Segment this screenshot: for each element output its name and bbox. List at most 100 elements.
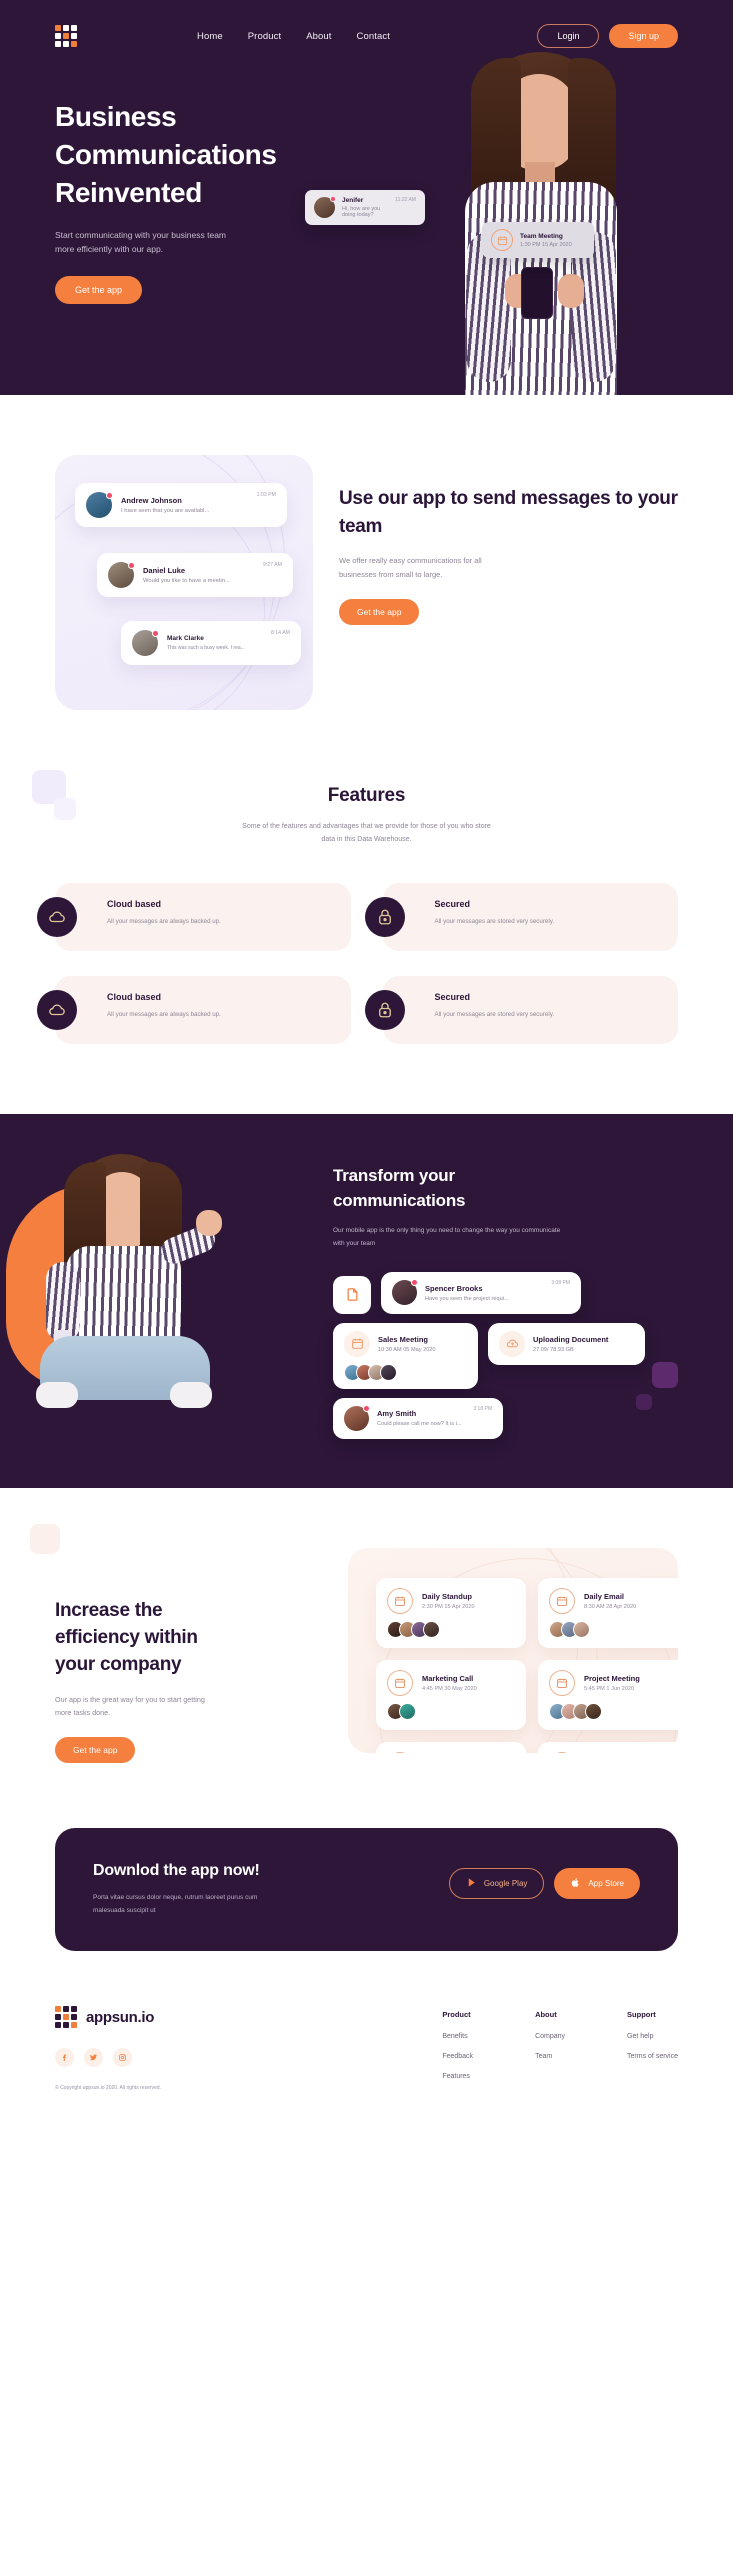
footer-column-heading: Support (627, 2010, 656, 2020)
play-triangle-icon (466, 1877, 477, 1890)
grid-logo-icon[interactable] (55, 25, 77, 47)
store-buttons: Google Play App Store (448, 1862, 640, 1900)
messages-copy: Use our app to send messages to your tea… (339, 455, 678, 626)
features-heading: Features (327, 785, 406, 806)
transform-content: Transform your communications Our mobile… (333, 1164, 678, 1448)
footer-brand[interactable]: appsun.io (55, 2006, 290, 2029)
avatar (86, 492, 113, 518)
upload-card[interactable]: Uploading Document 27.09/ 78.93 GB (488, 1322, 645, 1365)
avatar (392, 1279, 418, 1306)
google-play-label: Google Play (483, 1879, 528, 1889)
hero-heading-line2: Communications (55, 139, 277, 171)
hero-meeting-card[interactable]: Team Meeting 1:30 PM 15 Apr 2020 (482, 222, 594, 258)
nav-item-product[interactable]: Product (248, 31, 281, 42)
efficiency-get-the-app-button[interactable]: Get the app (55, 1737, 136, 1764)
footer-link-features[interactable]: Features (442, 2073, 473, 2080)
feature-card[interactable]: Cloud based All your messages are always… (37, 975, 351, 1044)
message-card[interactable]: Daniel Luke Would you like to have a mee… (97, 553, 293, 597)
document-icon[interactable] (333, 1275, 371, 1314)
message-preview: This was such a busy week. I rea... (167, 645, 245, 651)
footer-link-terms-of-service[interactable]: Terms of service (627, 2053, 678, 2060)
hero-paragraph: Start communicating with your business t… (55, 230, 227, 255)
footer-column-product: Product Benefits Feedback Features (442, 2010, 473, 2093)
app-store-button[interactable]: App Store (554, 1868, 640, 1900)
feature-card[interactable]: Secured All your messages are stored ver… (364, 882, 678, 951)
app-store-label: App Store (588, 1879, 624, 1889)
calendar-icon (387, 1669, 413, 1696)
event-card[interactable]: Project Meeting 5:45 PM 1 Jun 2020 (538, 1659, 678, 1730)
copyright-text: © Copyright appsun.io 2020. All rights r… (55, 2085, 161, 2092)
instagram-icon[interactable] (113, 2048, 132, 2068)
feature-card[interactable]: Cloud based All your messages are always… (37, 882, 351, 951)
feature-text: All your messages are stored very secure… (434, 917, 555, 925)
event-title: Daily Email (584, 1591, 625, 1601)
feature-text: All your messages are stored very secure… (434, 1010, 555, 1018)
feature-title: Secured (434, 898, 471, 909)
google-play-button[interactable]: Google Play (448, 1868, 545, 1900)
event-card[interactable]: Marketing Call 4:45 PM 30 May 2020 (376, 1659, 526, 1730)
cta-paragraph: Porta vitae cursus dolor neque, rutrum l… (93, 1894, 258, 1914)
cta-heading: Downlod the app now! (93, 1862, 260, 1880)
messages-get-the-app-button[interactable]: Get the app (339, 599, 420, 626)
transform-section: Transform your communications Our mobile… (0, 1113, 733, 1488)
message-time: 3:18 PM (473, 1405, 492, 1412)
footer-column-heading: Product (442, 2010, 471, 2020)
event-card[interactable]: Daily Email 8:30 AM 28 Apr 2020 (538, 1577, 678, 1648)
calendar-icon (387, 1751, 413, 1753)
transform-heading: Transform your communications (333, 1164, 678, 1213)
transform-heading-line1: Transform your (333, 1165, 455, 1185)
event-title: Sales Meeting (378, 1334, 429, 1344)
event-datetime: 5:45 PM 1 Jun 2020 (584, 1685, 635, 1692)
footer-link-benefits[interactable]: Benefits (442, 2033, 473, 2040)
event-card[interactable]: Sales Call 12:30 PM 5 Jul 2020 (538, 1741, 678, 1753)
decorative-square (54, 798, 76, 820)
message-time: 3:08 PM (551, 1279, 570, 1286)
feature-text: All your messages are always backed up. (107, 1010, 221, 1018)
decorative-square (30, 1523, 60, 1554)
efficiency-section: Increase the efficiency within your comp… (0, 1488, 733, 1819)
event-datetime: 8:30 AM 28 Apr 2020 (584, 1603, 637, 1610)
download-cta-section: Downlod the app now! Porta vitae cursus … (0, 1818, 733, 1996)
efficiency-paragraph: Our app is the great way for you to star… (55, 1694, 205, 1718)
nav-item-contact[interactable]: Contact (357, 31, 390, 42)
nav-item-about[interactable]: About (306, 31, 331, 42)
event-card[interactable]: Sales Meeting 10:30 AM 05 May 2020 (333, 1322, 478, 1389)
cta-copy: Downlod the app now! Porta vitae cursus … (93, 1862, 273, 1917)
avatar (108, 562, 135, 588)
calendar-icon (549, 1587, 575, 1614)
footer-link-company[interactable]: Company (535, 2033, 565, 2040)
event-card[interactable]: Daily Standup 2:30 PM 15 Apr 2020 (376, 1577, 526, 1648)
twitter-icon[interactable] (84, 2048, 103, 2068)
message-card[interactable]: Amy Smith Could please call me now? It i… (333, 1397, 503, 1439)
avatar (344, 1404, 370, 1431)
message-card[interactable]: Andrew Johnson I have seen that you are … (75, 483, 287, 527)
nav-item-home[interactable]: Home (197, 31, 223, 42)
hero-message-card[interactable]: Jenifer Hi, how are you doing today? 11:… (305, 190, 425, 225)
message-sender-name: Andrew Johnson (121, 496, 182, 505)
download-cta-box: Downlod the app now! Porta vitae cursus … (55, 1828, 678, 1952)
decorative-square (636, 1393, 652, 1410)
footer-link-feedback[interactable]: Feedback (442, 2053, 473, 2060)
footer-link-get-help[interactable]: Get help (627, 2033, 678, 2040)
event-datetime: 4:45 PM 30 May 2020 (422, 1685, 477, 1692)
feature-card[interactable]: Secured All your messages are stored ver… (364, 975, 678, 1044)
hero-heading-line3: Reinvented (55, 177, 202, 209)
facebook-icon[interactable] (55, 2048, 74, 2068)
login-button[interactable]: Login (537, 24, 600, 48)
calendar-icon (344, 1330, 370, 1357)
footer-link-team[interactable]: Team (535, 2053, 565, 2060)
footer-column-about: About Company Team (535, 2010, 565, 2093)
meeting-title: Team Meeting (520, 232, 563, 240)
event-card[interactable]: Presentation 10:15 AM 2 Jul 2020 (376, 1741, 526, 1753)
events-grid: Daily Standup 2:30 PM 15 Apr 2020 Daily … (376, 1577, 678, 1753)
signup-button[interactable]: Sign up (609, 24, 678, 48)
transform-person-image (30, 1153, 222, 1414)
messages-heading: Use our app to send messages to your tea… (339, 488, 678, 537)
hero-get-the-app-button[interactable]: Get the app (55, 276, 143, 305)
cloud-upload-icon (499, 1330, 525, 1357)
message-card[interactable]: Mark Clarke This was such a busy week. I… (121, 621, 301, 665)
hero-heading-line1: Business (55, 101, 177, 132)
footer-column-heading: About (535, 2010, 557, 2020)
footer-link-columns: Product Benefits Feedback Features About… (442, 2006, 678, 2093)
message-card[interactable]: Spencer Brooks Have you seen the project… (381, 1271, 581, 1314)
